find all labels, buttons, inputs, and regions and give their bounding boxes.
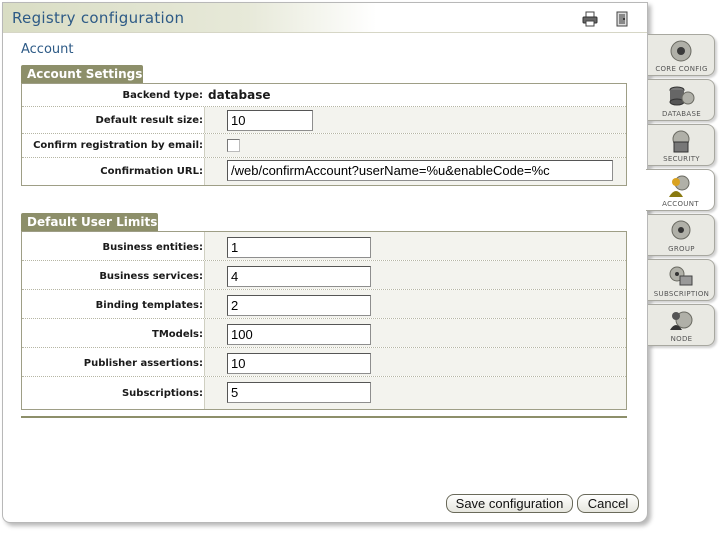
tab-label: NODE (670, 335, 693, 343)
user-account-icon (669, 175, 690, 197)
account-settings-section: Backend type: database Default result si… (21, 83, 627, 186)
tab-group[interactable]: GROUP (648, 214, 715, 256)
limit-row: TModels: 100 (22, 319, 626, 348)
tab-database[interactable]: DATABASE (648, 79, 715, 121)
default-result-size-input[interactable]: 10 (227, 110, 313, 131)
business-services-input[interactable]: 4 (227, 266, 371, 287)
binding-templates-label: Binding templates: (95, 300, 203, 311)
tab-label: SUBSCRIPTION (653, 290, 710, 298)
default-result-size-row: Default result size: 10 (22, 107, 626, 134)
business-entities-label: Business entities: (102, 242, 203, 253)
tab-label: ACCOUNT (662, 200, 699, 208)
page-heading: Account (21, 42, 74, 57)
limit-row: Publisher assertions: 10 (22, 348, 626, 377)
lock-icon (672, 130, 690, 153)
printer-icon[interactable] (582, 11, 598, 27)
registry-config-window: Registry configuration Account Account S… (2, 2, 648, 523)
exit-door-icon[interactable] (614, 11, 630, 27)
tmodels-label: TModels: (152, 329, 203, 340)
publisher-assertions-input[interactable]: 10 (227, 353, 371, 374)
business-services-label: Business services: (99, 271, 203, 282)
subscriptions-input[interactable]: 5 (227, 382, 371, 403)
tab-label: SECURITY (663, 155, 700, 163)
subscription-icon (669, 266, 693, 286)
limit-row: Binding templates: 2 (22, 290, 626, 319)
publisher-assertions-label: Publisher assertions: (83, 358, 203, 369)
confirmation-url-label: Confirmation URL: (100, 166, 203, 177)
confirmation-url-input[interactable]: /web/confirmAccount?userName=%u&enableCo… (227, 160, 613, 181)
business-entities-input[interactable]: 1 (227, 237, 371, 258)
account-settings-legend: Account Settings (21, 65, 143, 84)
tab-subscription[interactable]: SUBSCRIPTION (648, 259, 715, 301)
binding-templates-input[interactable]: 2 (227, 295, 371, 316)
tab-security[interactable]: SECURITY (648, 124, 715, 166)
node-icon (670, 311, 693, 330)
confirmation-url-row: Confirmation URL: /web/confirmAccount?us… (22, 158, 626, 185)
backend-type-row: Backend type: database (22, 84, 626, 107)
limit-row: Business services: 4 (22, 261, 626, 290)
tab-account[interactable]: ACCOUNT (646, 169, 715, 211)
gear-icon (670, 40, 692, 62)
confirm-registration-row: Confirm registration by email: (22, 134, 626, 158)
tab-core-config[interactable]: CORE CONFIG (648, 34, 715, 76)
tab-node[interactable]: NODE (648, 304, 715, 346)
title-bar: Registry configuration (3, 3, 647, 33)
confirm-registration-checkbox[interactable] (227, 139, 240, 152)
tmodels-input[interactable]: 100 (227, 324, 371, 345)
limit-row: Business entities: 1 (22, 232, 626, 261)
bottom-divider (21, 416, 627, 418)
tab-label: CORE CONFIG (655, 65, 708, 73)
backend-type-value: database (208, 88, 271, 102)
limit-row: Subscriptions: 5 (22, 377, 626, 409)
confirm-registration-label: Confirm registration by email: (33, 140, 203, 151)
group-icon (671, 220, 691, 240)
subscriptions-label: Subscriptions: (121, 388, 203, 399)
default-user-limits-section: Business entities: 1 Business services: … (21, 231, 627, 410)
save-configuration-button[interactable]: Save configuration (446, 494, 573, 513)
window-title: Registry configuration (12, 9, 185, 27)
tab-label: DATABASE (662, 110, 701, 118)
tab-label: GROUP (668, 245, 695, 253)
default-result-size-label: Default result size: (95, 115, 203, 126)
database-icon (669, 86, 695, 106)
backend-type-label: Backend type: (122, 90, 203, 101)
default-user-limits-legend: Default User Limits (21, 213, 158, 232)
cancel-button[interactable]: Cancel (577, 494, 639, 513)
